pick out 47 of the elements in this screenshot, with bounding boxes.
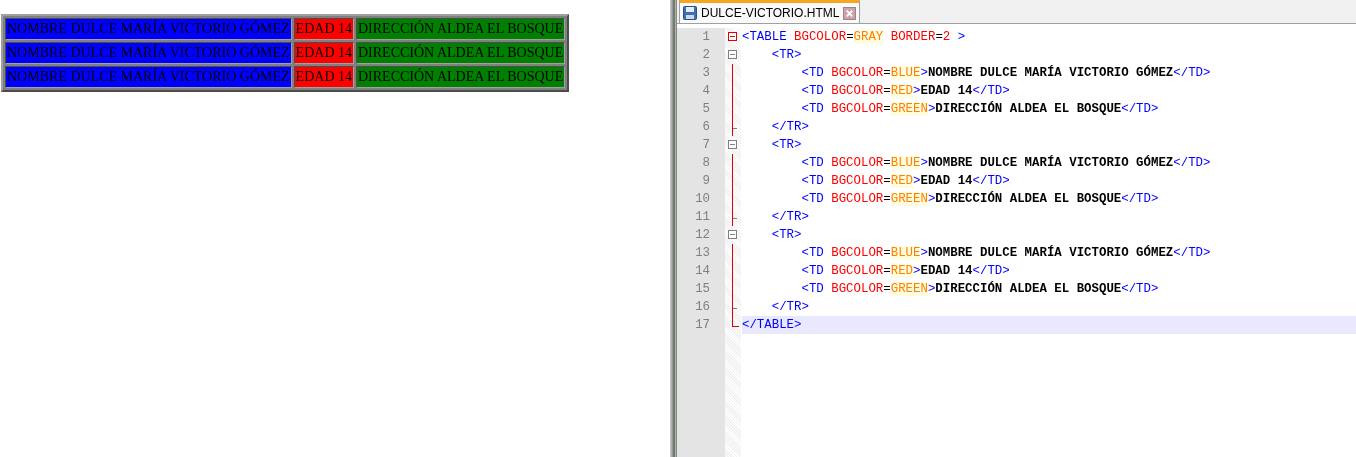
line-number: 13 <box>694 245 710 262</box>
line-number: 4 <box>701 83 710 100</box>
line-number: 1 <box>701 29 710 46</box>
line-number: 8 <box>701 155 710 172</box>
code-line: <TR> <box>770 47 802 64</box>
line-number: 7 <box>701 137 710 154</box>
code-line: <TD BGCOLOR=GREEN>DIRECCIÓN ALDEA EL BOSQUE</TD> <box>800 280 1159 298</box>
code-line: </TR> <box>770 119 809 136</box>
close-icon[interactable] <box>843 6 857 20</box>
code-line: <TD BGCOLOR=RED>EDAD 14</TD> <box>800 173 1010 190</box>
table-cell: NOMBRE DULCE MARÍA VICTORIO GÓMEZ <box>5 42 292 64</box>
table-cell: NOMBRE DULCE MARÍA VICTORIO GÓMEZ <box>5 18 292 40</box>
line-number: 2 <box>701 47 710 64</box>
code-line: <TD BGCOLOR=RED>EDAD 14</TD> <box>800 263 1010 280</box>
code-line: </TR> <box>770 209 809 226</box>
table-cell: DIRECCIÓN ALDEA EL BOSQUE <box>356 42 566 64</box>
line-number: 12 <box>694 227 710 244</box>
line-number: 9 <box>701 173 710 190</box>
table-cell: EDAD 14 <box>293 42 354 64</box>
fold-toggle-icon[interactable] <box>728 140 737 149</box>
line-number: 10 <box>694 191 710 208</box>
line-number: 11 <box>694 209 710 226</box>
line-number: 15 <box>694 281 710 298</box>
line-number: 16 <box>694 299 710 316</box>
code-line: <TR> <box>770 137 802 154</box>
line-number: 17 <box>694 317 710 334</box>
code-line: <TD BGCOLOR=BLUE>NOMBRE DULCE MARÍA VICTORIO GÓMEZ</TD> <box>800 154 1211 172</box>
code-line: <TR> <box>770 227 802 244</box>
line-number: 3 <box>701 65 710 82</box>
code-line: <TD BGCOLOR=BLUE>NOMBRE DULCE MARÍA VICTORIO GÓMEZ</TD> <box>800 244 1211 262</box>
code-line: <TD BGCOLOR=GREEN>DIRECCIÓN ALDEA EL BOSQUE</TD> <box>800 190 1159 208</box>
code-line: <TD BGCOLOR=BLUE>NOMBRE DULCE MARÍA VICTORIO GÓMEZ</TD> <box>800 64 1211 82</box>
table-cell: DIRECCIÓN ALDEA EL BOSQUE <box>356 18 566 40</box>
line-number: 5 <box>701 101 710 118</box>
table-cell: EDAD 14 <box>293 66 354 88</box>
code-line: <TD BGCOLOR=GREEN>DIRECCIÓN ALDEA EL BOSQUE</TD> <box>800 100 1159 118</box>
line-number: 14 <box>694 263 710 280</box>
code-line: <TD BGCOLOR=RED>EDAD 14</TD> <box>800 83 1010 100</box>
code-line: </TABLE> <box>742 317 802 334</box>
table-cell: NOMBRE DULCE MARÍA VICTORIO GÓMEZ <box>5 66 292 88</box>
table-cell: DIRECCIÓN ALDEA EL BOSQUE <box>356 66 566 88</box>
fold-toggle-icon[interactable] <box>728 230 737 239</box>
table-cell: EDAD 14 <box>293 18 354 40</box>
line-number: 6 <box>701 119 710 136</box>
code-line: <TABLE BGCOLOR=GRAY BORDER=2 > <box>742 29 966 46</box>
code-line: </TR> <box>770 299 809 316</box>
file-tab[interactable]: DULCE-VICTORIO.HTML <box>679 0 861 23</box>
